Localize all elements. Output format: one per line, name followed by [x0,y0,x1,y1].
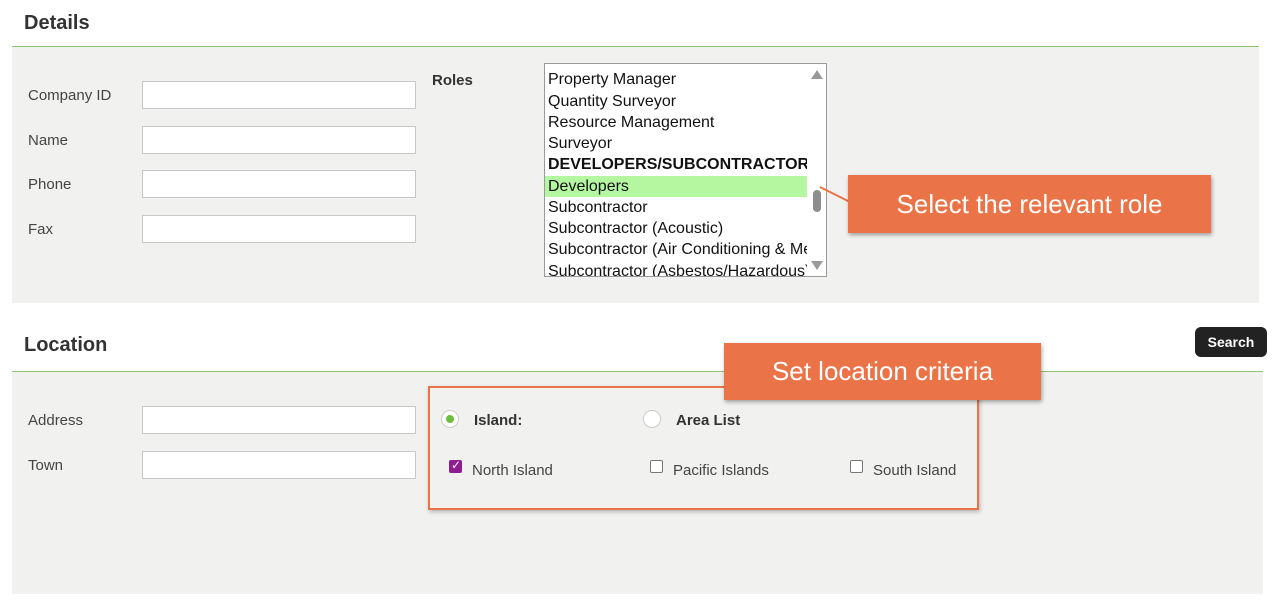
roles-option[interactable]: Subcontractor [545,197,807,218]
scroll-down-arrow-icon[interactable] [811,261,823,270]
roles-option-partial [545,63,807,64]
phone-label: Phone [28,176,72,193]
location-heading: Location [24,334,108,356]
island-radio-label: Island: [474,412,523,429]
roles-option[interactable]: Property Manager [545,69,807,90]
pacific-islands-label: Pacific Islands [673,462,769,479]
address-input[interactable] [142,406,416,434]
name-input[interactable] [142,126,416,154]
south-island-checkbox[interactable] [850,460,863,473]
company-id-input[interactable] [142,81,416,109]
roles-option[interactable]: Quantity Surveyor [545,91,807,112]
area-list-radio[interactable] [643,410,661,428]
roles-label: Roles [432,72,473,89]
roles-option[interactable]: Subcontractor (Acoustic) [545,218,807,239]
company-id-label: Company ID [28,87,112,104]
details-heading: Details [24,12,90,34]
north-island-checkbox[interactable] [449,458,462,473]
north-island-label: North Island [472,462,553,479]
roles-option[interactable]: Surveyor [545,133,807,154]
roles-option[interactable]: Subcontractor (Air Conditioning & Mechan… [545,239,807,260]
town-label: Town [28,457,64,474]
phone-input[interactable] [142,170,416,198]
town-input[interactable] [142,451,416,479]
location-criteria-highlight [428,386,979,510]
fax-input[interactable] [142,215,416,243]
roles-scrollbar[interactable] [808,64,826,276]
south-island-label: South Island [873,462,957,479]
roles-listbox[interactable]: Property Manager Quantity Surveyor Resou… [544,63,827,277]
roles-option-selected[interactable]: Developers [545,176,807,197]
scroll-up-arrow-icon[interactable] [811,70,823,79]
island-radio[interactable] [441,410,459,428]
location-criteria-callout: Set location criteria [724,343,1041,400]
roles-option-group: DEVELOPERS/SUBCONTRACTORS [548,156,807,173]
select-role-callout: Select the relevant role [848,175,1211,233]
address-label: Address [28,412,84,429]
name-label: Name [28,132,69,149]
area-list-radio-label: Area List [676,412,741,429]
fax-label: Fax [28,221,54,238]
pacific-islands-checkbox[interactable] [650,460,663,473]
roles-option[interactable]: Resource Management [545,112,807,133]
roles-option[interactable]: Subcontractor (Asbestos/Hazardous) [545,261,807,276]
search-button[interactable]: Search [1195,327,1267,357]
